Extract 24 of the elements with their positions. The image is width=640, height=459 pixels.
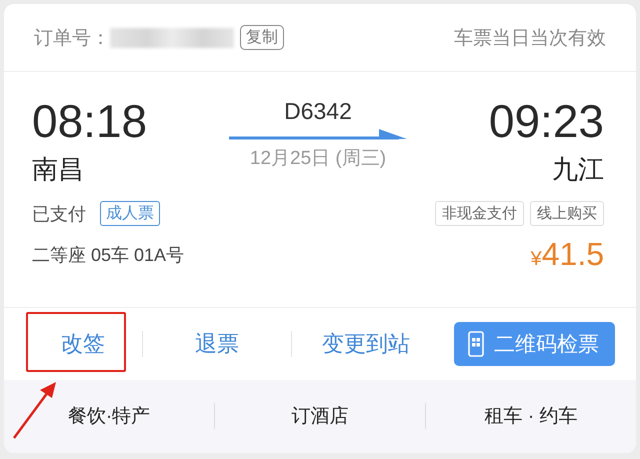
pointer-arrow bbox=[12, 382, 58, 440]
seat-info: 二等座 05车 01A号 bbox=[32, 244, 184, 266]
validity-note: 车票当日当次有效 bbox=[454, 26, 606, 50]
qr-check-button[interactable]: 二维码检票 bbox=[454, 322, 615, 366]
info-tag: 非现金支付 bbox=[435, 201, 524, 226]
copy-button[interactable]: 复制 bbox=[240, 25, 284, 50]
ticket-price: ¥41.5 bbox=[530, 236, 604, 273]
travel-date: 12月25日 (周三) bbox=[250, 147, 386, 171]
arrival-time: 09:23 bbox=[488, 96, 604, 146]
arrival-station: 九江 bbox=[552, 153, 604, 186]
action-link[interactable]: 退票 bbox=[143, 329, 291, 359]
order-label: 订单号： bbox=[34, 26, 110, 50]
train-number: D6342 bbox=[284, 98, 352, 125]
service-link[interactable]: 租车 · 约车 bbox=[426, 402, 636, 428]
service-link[interactable]: 餐饮·特产 bbox=[4, 402, 214, 428]
ticket-type-tag: 成人票 bbox=[100, 201, 160, 226]
info-tag: 线上购买 bbox=[530, 201, 604, 226]
service-link[interactable]: 订酒店 bbox=[215, 402, 425, 428]
departure-time: 08:18 bbox=[32, 96, 148, 146]
departure-station: 南昌 bbox=[32, 153, 84, 186]
action-link[interactable]: 改签 bbox=[24, 329, 142, 359]
phone-qr-icon bbox=[468, 331, 484, 357]
payment-status: 已支付 bbox=[32, 202, 86, 226]
action-link[interactable]: 变更到站 bbox=[292, 329, 440, 359]
